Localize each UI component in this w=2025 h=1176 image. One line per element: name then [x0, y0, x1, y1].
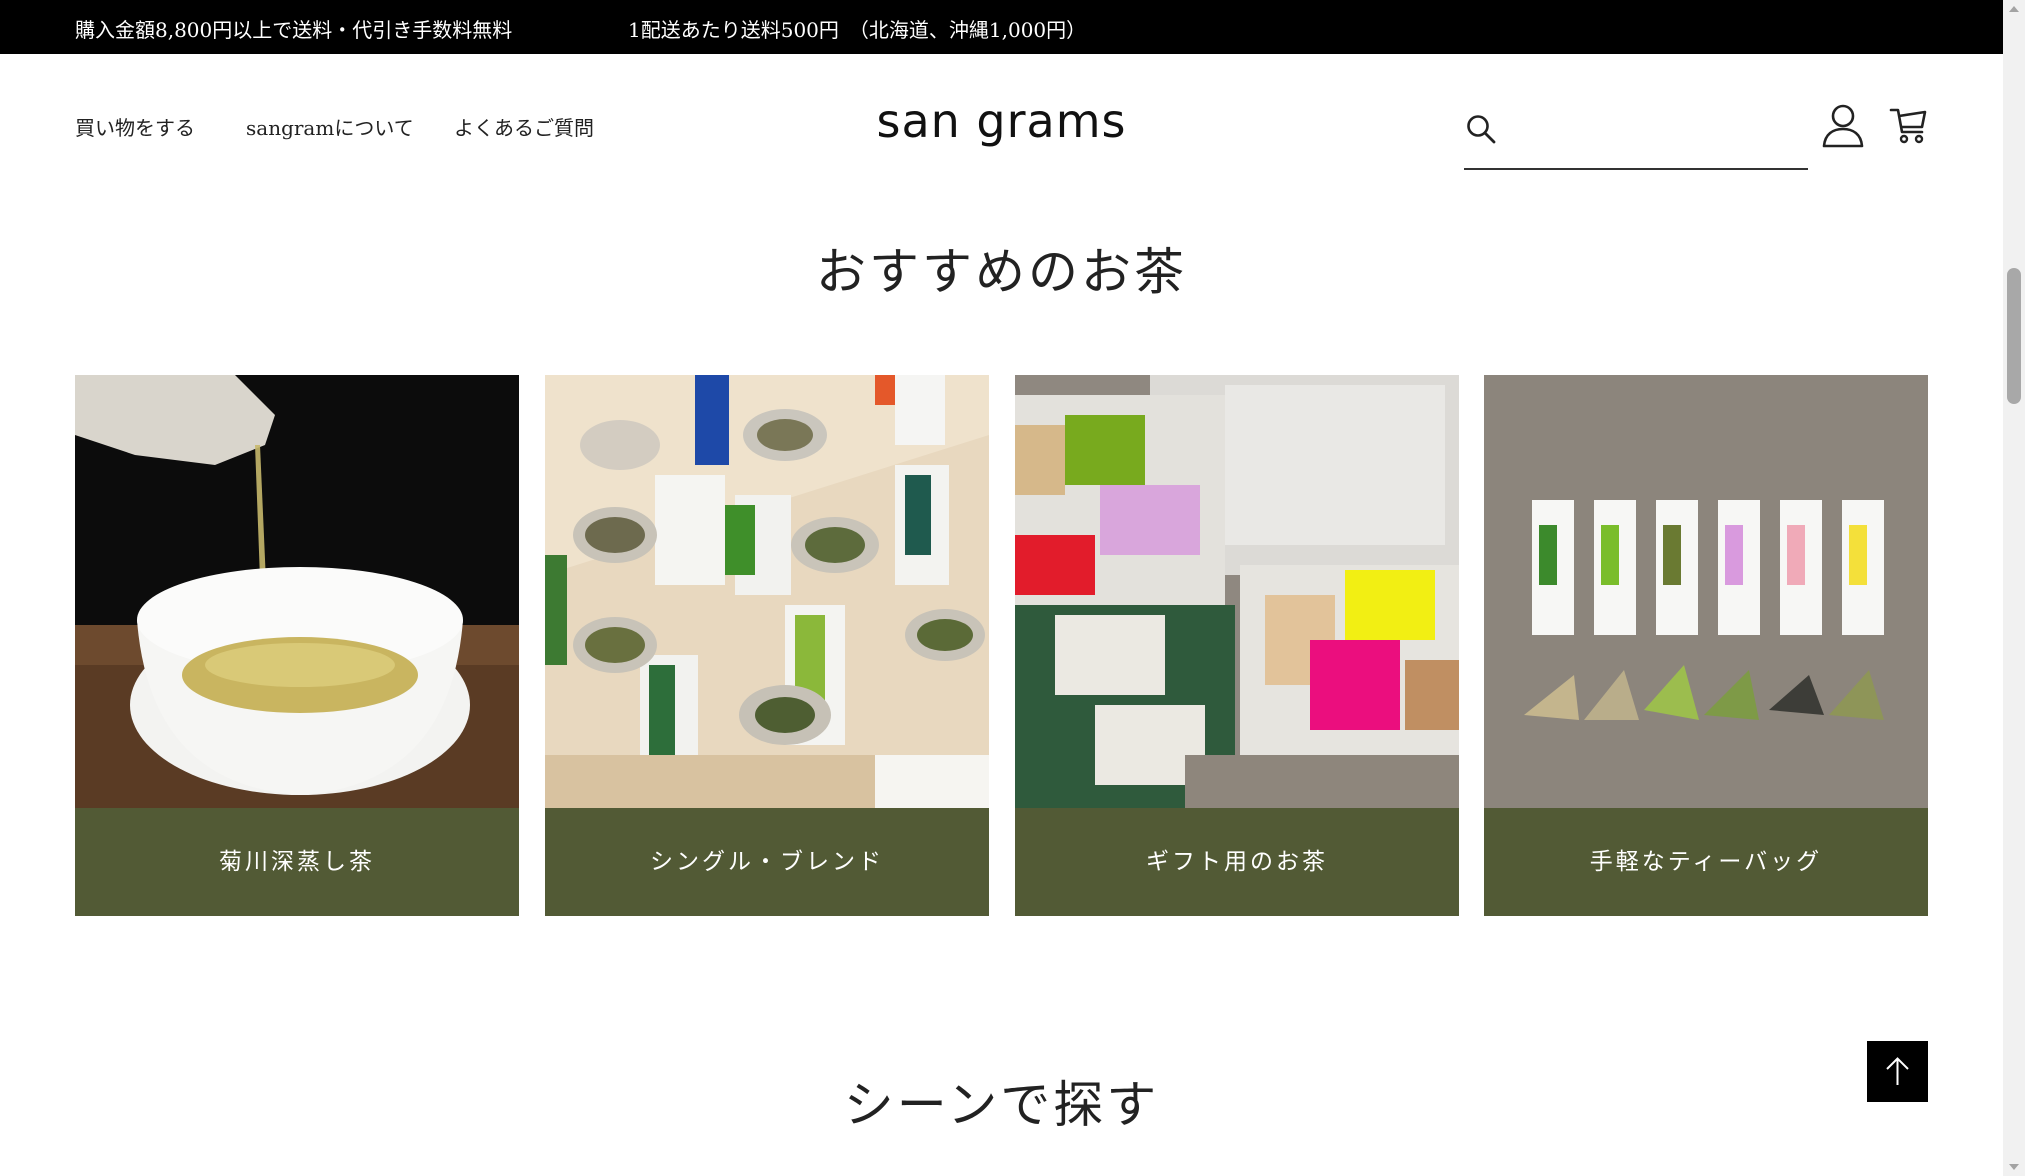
- card-label: シングル・ブレンド: [545, 808, 989, 916]
- scrollbar-thumb[interactable]: [2007, 268, 2021, 404]
- cart-button[interactable]: [1889, 102, 1929, 150]
- card-teabag[interactable]: 手軽なティーバッグ: [1484, 375, 1928, 916]
- card-image-tea-bags: [1484, 375, 1928, 808]
- card-image-gift-box: [1015, 375, 1459, 808]
- card-image-tea-cup: [75, 375, 519, 808]
- scene-title: シーンで探す: [843, 1076, 1160, 1134]
- card-label: ギフト用のお茶: [1015, 808, 1459, 916]
- card-single-blend[interactable]: シングル・ブレンド: [545, 375, 989, 916]
- card-label: 手軽なティーバッグ: [1484, 808, 1928, 916]
- site-header: 買い物をする sangramについて よくあるご質問 san grams: [0, 54, 2003, 184]
- cart-icon: [1889, 108, 1927, 144]
- recommended-title: おすすめのお茶: [816, 243, 1187, 301]
- search-input[interactable]: [1512, 110, 1796, 152]
- account-button[interactable]: [1820, 102, 1866, 154]
- card-kikugawa[interactable]: 菊川深蒸し茶: [75, 375, 519, 916]
- arrow-up-icon: [1886, 1057, 1909, 1085]
- announcement-bar: 購入金額8,800円以上で送料・代引き手数料無料 1配送あたり送料500円 （北…: [0, 0, 2003, 54]
- back-to-top-button[interactable]: [1867, 1041, 1928, 1102]
- card-label: 菊川深蒸し茶: [75, 808, 519, 916]
- free-shipping-notice: 購入金額8,800円以上で送料・代引き手数料無料: [75, 18, 513, 42]
- search-box: [1464, 102, 1808, 170]
- shipping-fee-notice: 1配送あたり送料500円 （北海道、沖縄1,000円）: [628, 18, 1087, 42]
- card-image-tea-display: [545, 375, 989, 808]
- page-scrollbar[interactable]: [2003, 0, 2025, 1176]
- account-icon: [1822, 104, 1864, 148]
- search-icon[interactable]: [1464, 112, 1498, 146]
- recommended-cards: 菊川深蒸し茶 シングル・ブレンド ギフト用のお茶 手軽なティーバッグ: [75, 375, 1928, 916]
- scroll-up-arrow[interactable]: [2009, 6, 2019, 12]
- card-gift[interactable]: ギフト用のお茶: [1015, 375, 1459, 916]
- scroll-down-arrow[interactable]: [2009, 1164, 2019, 1170]
